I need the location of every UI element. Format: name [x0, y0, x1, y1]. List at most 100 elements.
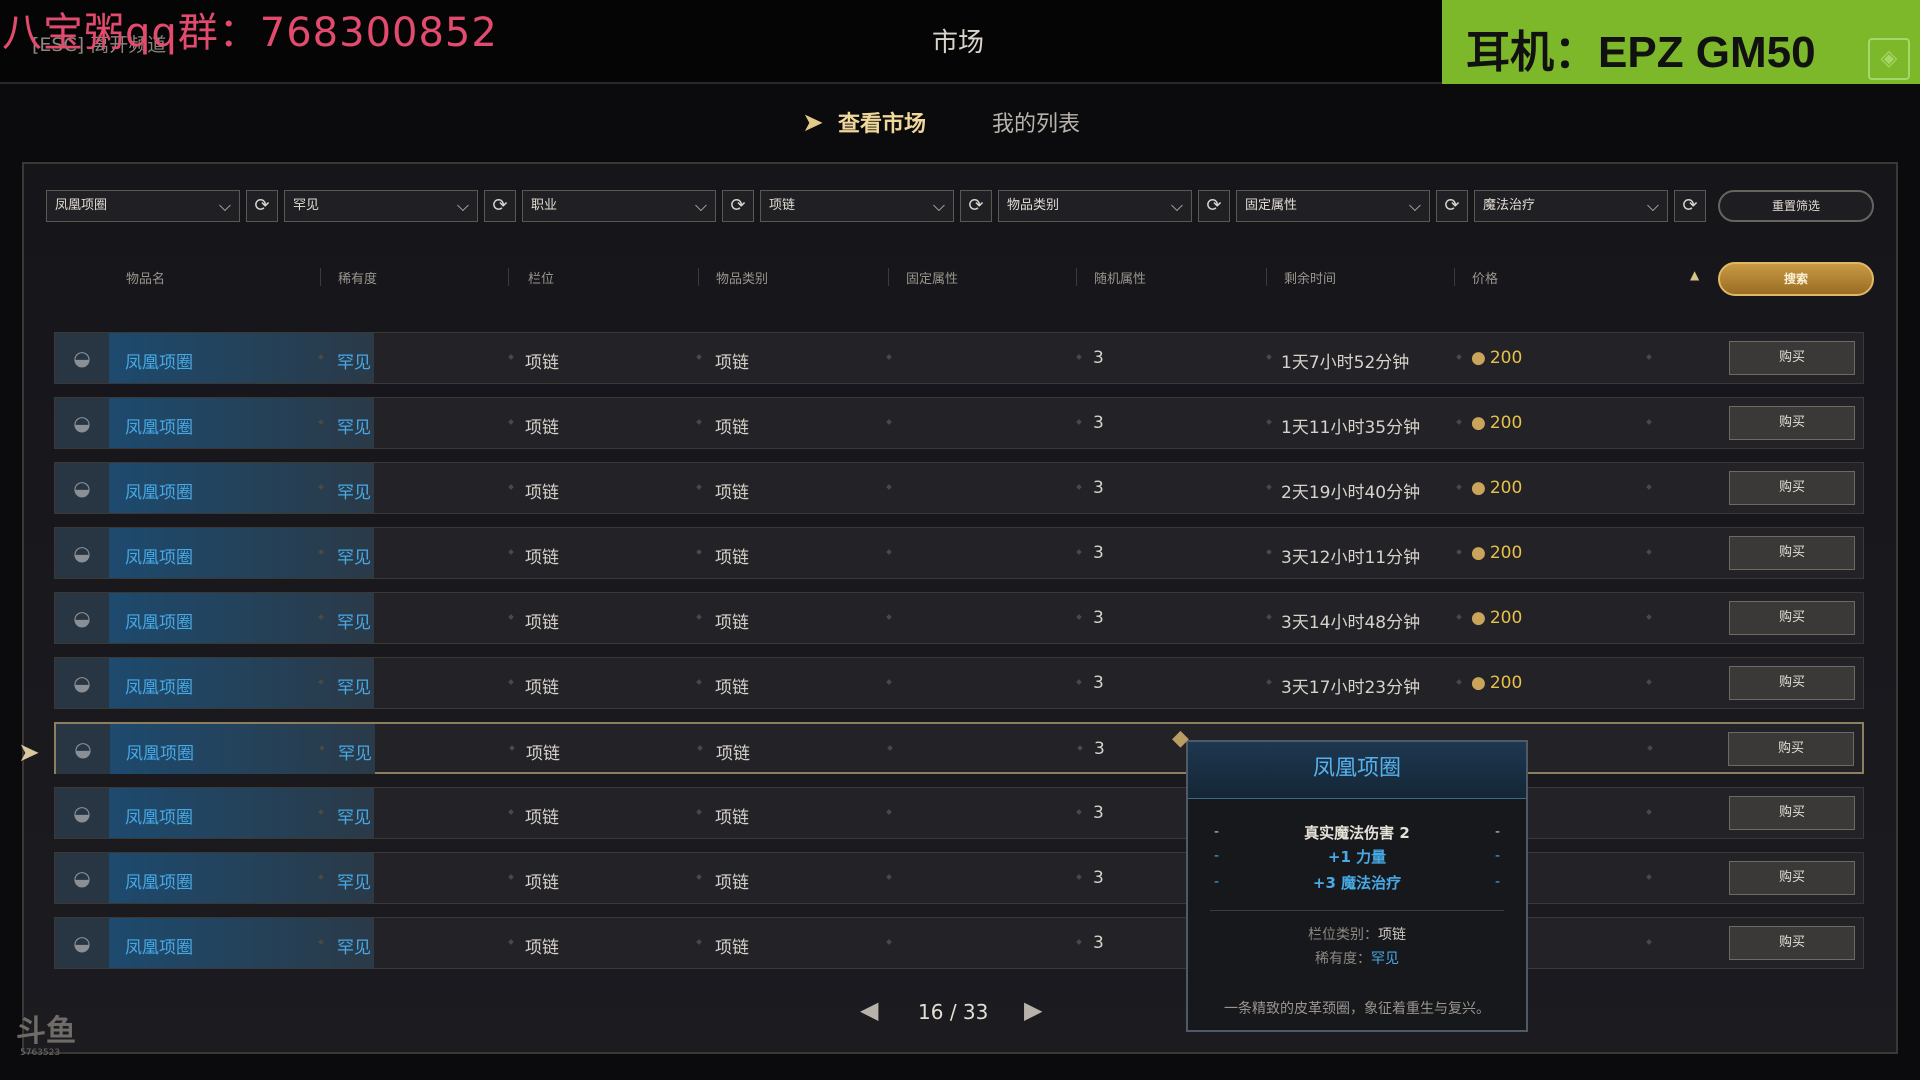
refresh-icon[interactable]: ⟳ — [1436, 190, 1468, 222]
column-divider — [1076, 419, 1082, 425]
item-name: 凤凰项圈 — [125, 873, 193, 893]
column-divider — [886, 419, 892, 425]
table-row[interactable]: ◒ 凤凰项圈 罕见 项链 项链 3 1天11小时35分钟 ● 200 购买 — [54, 397, 1864, 449]
filter-fixed-attribute[interactable]: 固定属性 ⌵ — [1236, 190, 1430, 222]
item-random-count: 3 — [1093, 933, 1104, 953]
item-price: ● 200 — [1471, 478, 1522, 498]
previous-page-arrow-icon[interactable]: ◀ — [860, 996, 878, 1024]
column-header-category[interactable]: 物品类别 — [716, 268, 768, 287]
column-divider — [1646, 549, 1652, 555]
column-divider — [1647, 745, 1653, 751]
item-random-count: 3 — [1093, 673, 1104, 693]
column-divider — [508, 614, 514, 620]
stat-marker: - — [1494, 848, 1500, 864]
page-separator: / — [949, 1000, 957, 1024]
table-row[interactable]: ◒ 凤凰项圈 罕见 项链 项链 3 购买 — [54, 852, 1864, 904]
item-slot: 项链 — [525, 548, 559, 568]
item-rarity: 罕见 — [337, 418, 371, 438]
item-slot: 项链 — [525, 483, 559, 503]
chevron-down-icon: ⌵ — [1646, 196, 1659, 215]
buy-button[interactable]: 购买 — [1729, 536, 1855, 570]
item-rarity: 罕见 — [337, 873, 371, 893]
buy-button[interactable]: 购买 — [1729, 341, 1855, 375]
search-button[interactable]: 搜索 — [1718, 262, 1874, 296]
column-header-time[interactable]: 剩余时间 — [1284, 268, 1336, 287]
table-row[interactable]: ◒ 凤凰项圈 罕见 项链 项链 3 1天7小时52分钟 ● 200 购买 — [54, 332, 1864, 384]
item-slot: 项链 — [525, 678, 559, 698]
market-tabs: ➤ 查看市场 我的列表 — [0, 100, 1920, 140]
item-name: 凤凰项圈 — [125, 548, 193, 568]
buy-button[interactable]: 购买 — [1729, 471, 1855, 505]
filter-class[interactable]: 职业 ⌵ — [522, 190, 716, 222]
item-name: 凤凰项圈 — [125, 418, 193, 438]
buy-button[interactable]: 购买 — [1728, 732, 1854, 766]
refresh-icon[interactable]: ⟳ — [722, 190, 754, 222]
column-header-rarity[interactable]: 稀有度 — [338, 268, 377, 287]
column-header-slot[interactable]: 栏位 — [528, 268, 554, 287]
column-divider — [696, 484, 702, 490]
buy-button[interactable]: 购买 — [1729, 666, 1855, 700]
item-category: 项链 — [715, 808, 749, 828]
filter-item-name[interactable]: 凤凰项圈 ⌵ — [46, 190, 240, 222]
refresh-icon[interactable]: ⟳ — [1674, 190, 1706, 222]
column-divider — [697, 745, 703, 751]
buy-button[interactable]: 购买 — [1729, 796, 1855, 830]
table-row[interactable]: ◒ 凤凰项圈 罕见 项链 项链 3 3天12小时11分钟 ● 200 购买 — [54, 527, 1864, 579]
item-time-left: 3天17小时23分钟 — [1281, 678, 1421, 698]
item-price: ● 200 — [1471, 673, 1522, 693]
reset-filters-button[interactable]: 重置筛选 — [1718, 190, 1874, 222]
gold-coin-icon: ● — [1471, 478, 1486, 498]
slot-value: 项链 — [1378, 927, 1406, 943]
refresh-icon[interactable]: ⟳ — [1198, 190, 1230, 222]
filter-rarity[interactable]: 罕见 ⌵ — [284, 190, 478, 222]
column-divider — [696, 419, 702, 425]
column-divider — [1646, 679, 1652, 685]
buy-button[interactable]: 购买 — [1729, 406, 1855, 440]
column-divider — [1076, 484, 1082, 490]
table-row[interactable]: ◒ 凤凰项圈 罕见 项链 项链 3 购买 — [54, 722, 1864, 774]
table-row[interactable]: ◒ 凤凰项圈 罕见 项链 项链 3 购买 — [54, 787, 1864, 839]
column-header-fixed[interactable]: 固定属性 — [906, 268, 958, 287]
tab-my-listings[interactable]: 我的列表 — [992, 106, 1080, 138]
column-divider — [1076, 614, 1082, 620]
rarity-label: 稀有度： — [1315, 951, 1371, 967]
column-header-random[interactable]: 随机属性 — [1094, 268, 1146, 287]
filter-slot[interactable]: 项链 ⌵ — [760, 190, 954, 222]
price-value: 200 — [1489, 543, 1523, 563]
item-random-count: 3 — [1093, 543, 1104, 563]
column-header-name[interactable]: 物品名 — [126, 268, 165, 287]
chevron-down-icon: ⌵ — [1170, 196, 1183, 215]
tab-view-market[interactable]: 查看市场 — [838, 106, 926, 138]
item-time-left: 3天14小时48分钟 — [1281, 613, 1421, 633]
table-row[interactable]: ◒ 凤凰项圈 罕见 项链 项链 3 购买 — [54, 917, 1864, 969]
sort-ascending-icon[interactable]: ▲ — [1690, 268, 1699, 282]
item-slot: 项链 — [525, 418, 559, 438]
refresh-icon[interactable]: ⟳ — [484, 190, 516, 222]
table-row[interactable]: ◒ 凤凰项圈 罕见 项链 项链 3 2天19小时40分钟 ● 200 购买 — [54, 462, 1864, 514]
item-price: ● 200 — [1471, 413, 1522, 433]
refresh-icon[interactable]: ⟳ — [246, 190, 278, 222]
page-indicator: 16 / 33 — [918, 1000, 988, 1024]
column-divider — [696, 939, 702, 945]
tooltip-fixed-stat: 真实魔法伤害 2 — [1304, 824, 1410, 842]
buy-button[interactable]: 购买 — [1729, 861, 1855, 895]
rarity-value: 罕见 — [1371, 951, 1399, 967]
refresh-icon[interactable]: ⟳ — [960, 190, 992, 222]
table-row[interactable]: ◒ 凤凰项圈 罕见 项链 项链 3 3天17小时23分钟 ● 200 购买 — [54, 657, 1864, 709]
item-icon: ◒ — [55, 333, 109, 383]
table-row[interactable]: ◒ 凤凰项圈 罕见 项链 项链 3 3天14小时48分钟 ● 200 购买 — [54, 592, 1864, 644]
filter-random-attribute[interactable]: 魔法治疗 ⌵ — [1474, 190, 1668, 222]
next-page-arrow-icon[interactable]: ▶ — [1024, 996, 1042, 1024]
column-divider — [886, 874, 892, 880]
column-header-price[interactable]: 价格 — [1472, 268, 1498, 287]
column-divider — [1646, 939, 1652, 945]
item-tooltip: ◆ 凤凰项圈 - 真实魔法伤害 2 - - +1 力量 - - +3 魔法治疗 … — [1172, 726, 1528, 1032]
column-divider — [1076, 549, 1082, 555]
current-page: 16 — [918, 1000, 944, 1024]
item-time-left: 1天7小时52分钟 — [1281, 353, 1410, 373]
slot-label: 栏位类别： — [1308, 927, 1378, 943]
buy-button[interactable]: 购买 — [1729, 601, 1855, 635]
buy-button[interactable]: 购买 — [1729, 926, 1855, 960]
filter-item-category[interactable]: 物品类别 ⌵ — [998, 190, 1192, 222]
divider — [698, 268, 699, 286]
